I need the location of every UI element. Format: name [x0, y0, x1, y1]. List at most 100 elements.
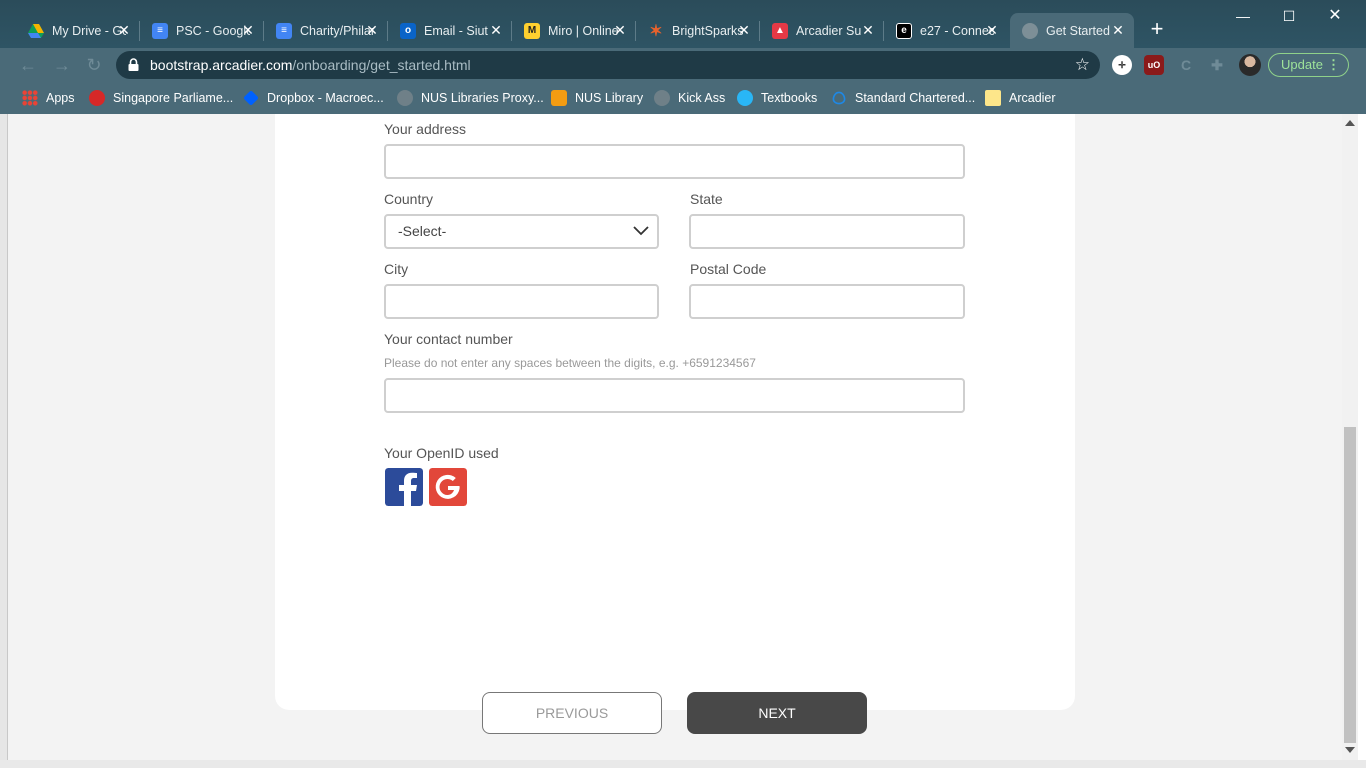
extension-crosshair-icon[interactable]: ✛ [1112, 55, 1132, 75]
facebook-icon[interactable] [385, 468, 423, 506]
chevron-down-icon [633, 226, 649, 236]
bookmark-label: Singapore Parliame... [113, 91, 234, 105]
city-input[interactable] [384, 284, 659, 319]
scrollbar-thumb[interactable] [1344, 427, 1356, 743]
bookmarks-bar: Apps Singapore Parliame... Dropbox - Mac… [0, 82, 1366, 114]
page-viewport: Your address Country -Select- State City… [8, 114, 1358, 760]
maximize-icon[interactable]: ☐ [1266, 6, 1312, 26]
bottom-window-edge [0, 760, 1366, 768]
new-tab-button[interactable]: + [1145, 17, 1169, 41]
arcadier-icon: ▲ [772, 22, 788, 39]
browser-window: My Drive - Google Drive ✕ ≡ PSC - Google… [0, 0, 1366, 768]
tab-title: Charity/Philanthropy [300, 23, 374, 38]
bookmark-singapore-parliament[interactable]: Singapore Parliame... [89, 89, 233, 107]
tab-charity[interactable]: ≡ Charity/Philanthropy ✕ [264, 13, 388, 48]
next-button[interactable]: NEXT [687, 692, 867, 734]
bookmark-label: NUS Libraries Proxy... [421, 91, 544, 105]
city-label: City [384, 261, 409, 277]
close-tab-icon[interactable]: ✕ [488, 22, 504, 38]
country-select[interactable]: -Select- [384, 214, 659, 249]
scroll-down-arrow-icon[interactable] [1345, 747, 1355, 753]
close-tab-icon[interactable]: ✕ [736, 22, 752, 38]
close-tab-icon[interactable]: ✕ [116, 22, 132, 38]
address-input[interactable] [384, 144, 965, 179]
bookmark-nus-library[interactable]: NUS Library [551, 89, 643, 107]
browser-toolbar: ← → ↻ bootstrap.arcadier.com/onboarding/… [0, 48, 1366, 82]
postal-code-label: Postal Code [690, 261, 767, 277]
tab-my-drive[interactable]: My Drive - Google Drive ✕ [16, 13, 140, 48]
state-label: State [690, 191, 723, 207]
folder-icon [985, 90, 1001, 106]
bookmark-label: Textbooks [761, 91, 818, 105]
globe-icon [397, 90, 413, 106]
bookmark-apps[interactable]: Apps [22, 89, 75, 107]
update-label: Update [1281, 57, 1323, 72]
close-tab-icon[interactable]: ✕ [240, 22, 256, 38]
tab-miro[interactable]: M Miro | Online ✕ [512, 13, 636, 48]
google-drive-icon [28, 23, 44, 39]
google-docs-icon: ≡ [276, 22, 292, 39]
bookmark-standard-chartered[interactable]: Standard Chartered... [831, 89, 975, 107]
close-tab-icon[interactable]: ✕ [612, 22, 628, 38]
tab-brightsparks[interactable]: ✶ BrightSparks ✕ [636, 13, 760, 48]
google-icon[interactable] [429, 468, 467, 506]
bookmark-arcadier[interactable]: Arcadier [985, 89, 1056, 107]
menu-dots-icon[interactable]: ⋮ [1327, 54, 1340, 76]
dropbox-icon [243, 90, 259, 106]
contact-number-hint: Please do not enter any spaces between t… [384, 356, 756, 370]
state-input[interactable] [689, 214, 965, 249]
country-label: Country [384, 191, 434, 207]
standard-chartered-icon [832, 91, 846, 105]
tab-e27[interactable]: e e27 - Connecting ✕ [884, 13, 1008, 48]
address-label: Your address [384, 121, 466, 137]
country-selected-value: -Select- [398, 223, 447, 239]
close-tab-icon[interactable]: ✕ [1110, 22, 1126, 38]
tab-title: My Drive - Google Drive [52, 23, 126, 38]
postal-code-input[interactable] [689, 284, 965, 319]
close-tab-icon[interactable]: ✕ [860, 22, 876, 38]
left-window-edge [0, 114, 8, 768]
parliament-icon [89, 90, 105, 106]
bookmark-dropbox[interactable]: Dropbox - Macroec... [243, 89, 384, 107]
update-button[interactable]: Update ⋮ [1268, 53, 1349, 77]
contact-number-label: Your contact number [384, 331, 513, 347]
forward-icon[interactable]: → [52, 55, 72, 75]
bookmark-star-icon[interactable]: ☆ [1075, 55, 1090, 75]
textbooks-icon [737, 90, 753, 106]
onboarding-form-card: Your address Country -Select- State City… [275, 114, 1075, 734]
tab-arcadier[interactable]: ▲ Arcadier Su ✕ [760, 13, 884, 48]
scroll-up-arrow-icon[interactable] [1345, 120, 1355, 126]
tab-psc[interactable]: ≡ PSC - Google Docs ✕ [140, 13, 264, 48]
extension-c-icon[interactable]: C [1176, 55, 1196, 75]
minimize-icon[interactable]: — [1220, 6, 1266, 26]
url-path: /onboarding/get_started.html [292, 57, 471, 73]
previous-button[interactable]: PREVIOUS [482, 692, 662, 734]
tab-title: e27 - Connecting [920, 23, 994, 38]
avatar[interactable] [1239, 54, 1261, 76]
bookmark-label: Standard Chartered... [855, 91, 976, 105]
vertical-scrollbar[interactable] [1342, 114, 1358, 760]
ublock-icon[interactable]: uO [1144, 55, 1164, 75]
tab-get-started[interactable]: Get Started ✕ [1010, 13, 1134, 48]
close-tab-icon[interactable]: ✕ [984, 22, 1000, 38]
tab-title: Get Started [1046, 23, 1110, 38]
reload-icon[interactable]: ↻ [84, 55, 104, 75]
globe-icon [1022, 22, 1038, 39]
google-docs-icon: ≡ [152, 22, 168, 39]
extension-puzzle-icon[interactable]: ✚ [1207, 55, 1227, 75]
tab-email[interactable]: o Email - Siut ✕ [388, 13, 512, 48]
nus-icon [551, 90, 567, 106]
outlook-icon: o [400, 22, 416, 39]
close-window-icon[interactable]: ✕ [1312, 6, 1358, 26]
apps-grid-icon [22, 90, 38, 106]
tab-title: Arcadier Su [796, 23, 862, 38]
e27-icon: e [896, 22, 912, 39]
bookmark-nus-libraries-proxy[interactable]: NUS Libraries Proxy... [397, 89, 544, 107]
close-tab-icon[interactable]: ✕ [364, 22, 380, 38]
bookmark-textbooks[interactable]: Textbooks [737, 89, 817, 107]
contact-number-input[interactable] [384, 378, 965, 413]
openid-label: Your OpenID used [384, 445, 499, 461]
address-bar[interactable]: bootstrap.arcadier.com/onboarding/get_st… [116, 51, 1100, 79]
back-icon[interactable]: ← [18, 55, 38, 75]
bookmark-kick-ass[interactable]: Kick Ass [654, 89, 725, 107]
